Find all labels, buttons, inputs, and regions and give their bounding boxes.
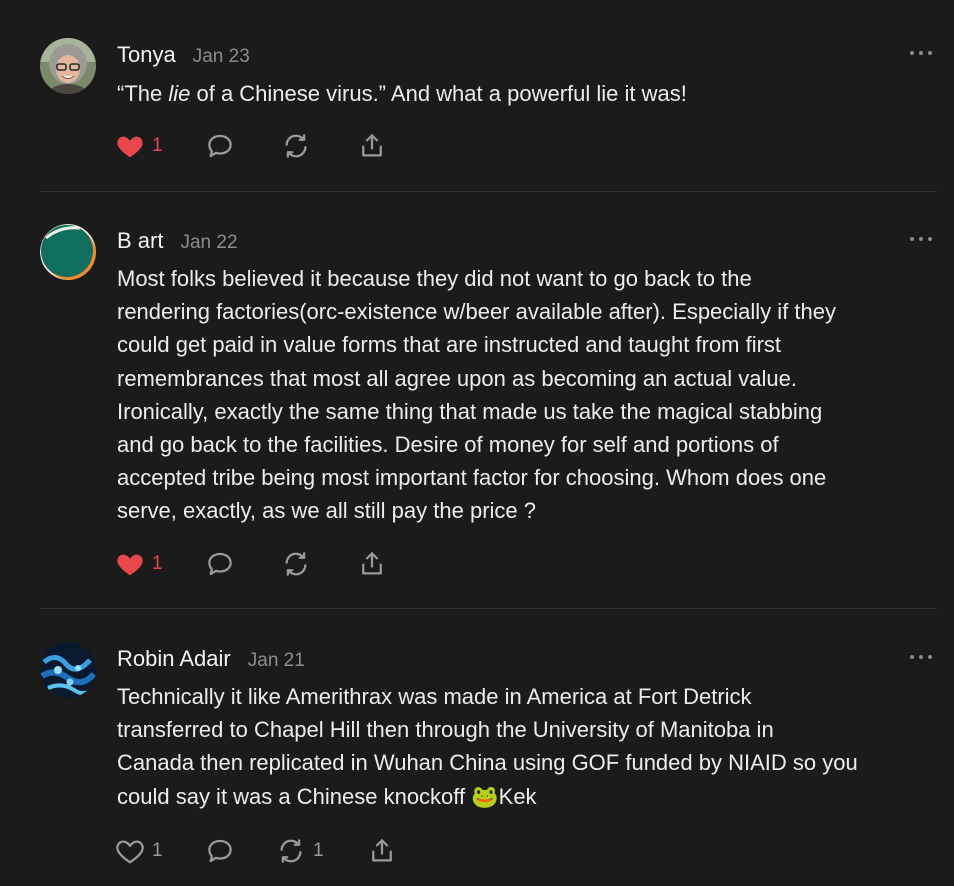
restack-icon: [285, 552, 307, 576]
restack-button[interactable]: [281, 131, 311, 161]
avatar[interactable]: [40, 38, 96, 94]
heart-icon: [117, 136, 143, 158]
author-name[interactable]: Tonya: [117, 42, 176, 68]
restack-icon: [280, 839, 302, 863]
heart-icon: [117, 554, 143, 576]
like-count: 1: [152, 553, 163, 574]
frog-emoji: 🐸: [471, 783, 499, 809]
comment-icon: [208, 839, 232, 863]
divider: [40, 191, 937, 192]
share-button[interactable]: [367, 836, 397, 866]
heart-icon: [116, 840, 144, 864]
share-button[interactable]: [357, 549, 387, 579]
comment-date[interactable]: Jan 22: [180, 232, 237, 254]
like-button[interactable]: 1: [115, 131, 163, 161]
like-count: 1: [152, 135, 163, 156]
reply-button[interactable]: [205, 549, 235, 579]
comment-date[interactable]: Jan 23: [193, 46, 250, 68]
author-name[interactable]: B art: [117, 228, 163, 254]
restack-button[interactable]: 1: [276, 836, 324, 866]
reply-button[interactable]: [205, 836, 235, 866]
divider: [40, 608, 937, 609]
like-button[interactable]: 1: [115, 549, 163, 579]
more-icon[interactable]: [910, 652, 932, 662]
comment-icon: [208, 552, 232, 576]
restack-count: 1: [313, 840, 324, 861]
more-icon[interactable]: [910, 48, 932, 58]
comment-body: “The lie of a Chinese virus.” And what a…: [117, 81, 687, 106]
like-count: 1: [152, 840, 163, 861]
avatar[interactable]: [40, 642, 96, 698]
more-icon[interactable]: [910, 234, 932, 244]
avatar[interactable]: [40, 224, 96, 280]
reply-button[interactable]: [205, 131, 235, 161]
share-icon: [372, 839, 392, 862]
comment-icon: [208, 134, 232, 158]
author-name[interactable]: Robin Adair: [117, 646, 231, 672]
share-icon: [362, 552, 382, 575]
share-icon: [362, 134, 382, 157]
restack-button[interactable]: [281, 549, 311, 579]
like-button[interactable]: 1: [115, 836, 163, 866]
share-button[interactable]: [357, 131, 387, 161]
comment-body: Most folks believed it because they did …: [117, 266, 836, 524]
comment-body: Technically it like Amerithrax was made …: [117, 684, 858, 809]
comment-date[interactable]: Jan 21: [248, 650, 305, 672]
restack-icon: [285, 134, 307, 158]
